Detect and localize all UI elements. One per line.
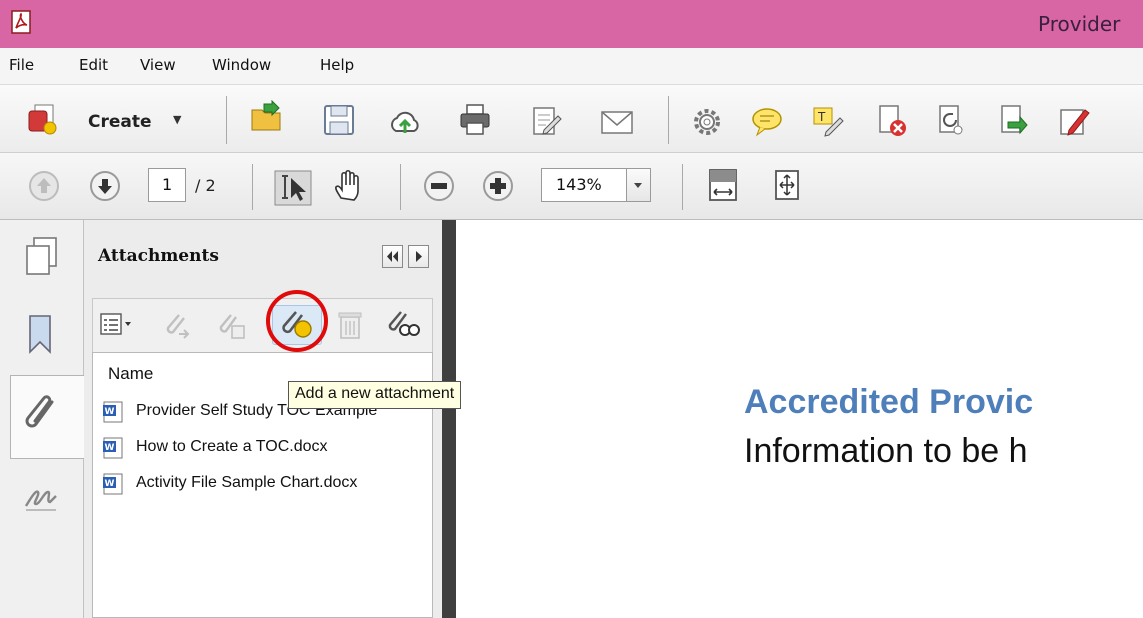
cloud-upload-icon[interactable] [388,105,422,139]
print-icon[interactable] [458,103,492,137]
options-menu-icon[interactable] [100,311,134,339]
svg-text:W: W [105,479,115,489]
zoom-out-icon[interactable] [423,170,455,202]
menu-window[interactable]: Window [212,56,271,74]
settings-icon[interactable] [690,105,724,139]
hand-tool-icon[interactable] [332,168,366,202]
menu-file[interactable]: File [9,56,34,74]
full-screen-icon[interactable] [770,168,804,202]
collapse-panel-button[interactable] [382,245,403,268]
create-icon[interactable] [26,102,60,136]
pane-splitter[interactable] [442,220,456,618]
save-icon[interactable] [322,103,356,137]
delete-attachment-icon[interactable] [336,310,364,340]
word-document-icon: W [103,437,123,459]
comment-icon[interactable] [750,105,784,139]
signatures-icon[interactable] [22,478,62,514]
page-number-input[interactable]: 1 [148,168,186,202]
create-dropdown-icon[interactable]: ▼ [173,113,181,126]
bookmarks-icon[interactable] [24,312,58,356]
sign-icon[interactable] [1057,104,1091,138]
page-thumbnails-icon[interactable] [22,234,62,278]
search-attachments-icon[interactable] [386,310,420,340]
toolbar-separator [682,164,683,210]
word-document-icon: W [103,401,123,423]
acrobat-app-icon[interactable] [10,10,32,34]
menu-view[interactable]: View [140,56,176,74]
create-button[interactable]: Create [88,112,152,132]
fit-page-icon[interactable] [706,168,740,202]
highlight-circle-annotation [266,290,328,352]
chevron-right-icon [416,251,422,262]
edit-icon[interactable] [530,104,564,138]
title-bar [0,0,1143,48]
page-total: / 2 [195,176,216,195]
save-attachment-icon[interactable] [218,312,246,340]
select-tool-icon[interactable] [274,170,312,206]
zoom-in-icon[interactable] [482,170,514,202]
toolbar-separator [252,164,253,210]
document-subheading: Information to be h [744,432,1028,470]
zoom-level-input[interactable]: 143% [541,168,627,202]
panel-title: Attachments [98,246,219,266]
previous-page-icon[interactable] [28,170,60,202]
menu-help[interactable]: Help [320,56,354,74]
svg-text:W: W [105,443,115,453]
paperclip-icon[interactable] [22,392,64,438]
svg-text:T: T [817,110,826,124]
rotate-pdf-icon[interactable] [934,104,968,138]
open-icon[interactable] [250,100,284,134]
highlight-icon[interactable]: T [812,104,846,138]
expand-panel-button[interactable] [408,245,429,268]
chevron-down-icon [634,183,642,188]
export-pdf-icon[interactable] [996,104,1030,138]
toolbar-separator [226,96,227,144]
double-chevron-left-icon [387,251,398,262]
main-toolbar [0,85,1143,153]
attachment-file-name[interactable]: Activity File Sample Chart.docx [136,474,357,492]
open-attachment-icon[interactable] [164,312,192,340]
menu-edit[interactable]: Edit [79,56,108,74]
window-title: Provider [1038,12,1121,36]
attachment-file-name[interactable]: How to Create a TOC.docx [136,438,328,456]
next-page-icon[interactable] [89,170,121,202]
zoom-dropdown-button[interactable] [627,168,651,202]
document-heading: Accredited Provic [744,383,1034,421]
attachments-toolbar [92,298,433,354]
delete-pdf-icon[interactable] [874,104,908,138]
word-document-icon: W [103,473,123,495]
email-icon[interactable] [600,106,634,140]
svg-text:W: W [105,407,115,417]
add-attachment-tooltip: Add a new attachment [288,381,462,409]
toolbar-separator [400,164,401,210]
toolbar-separator [668,96,669,144]
